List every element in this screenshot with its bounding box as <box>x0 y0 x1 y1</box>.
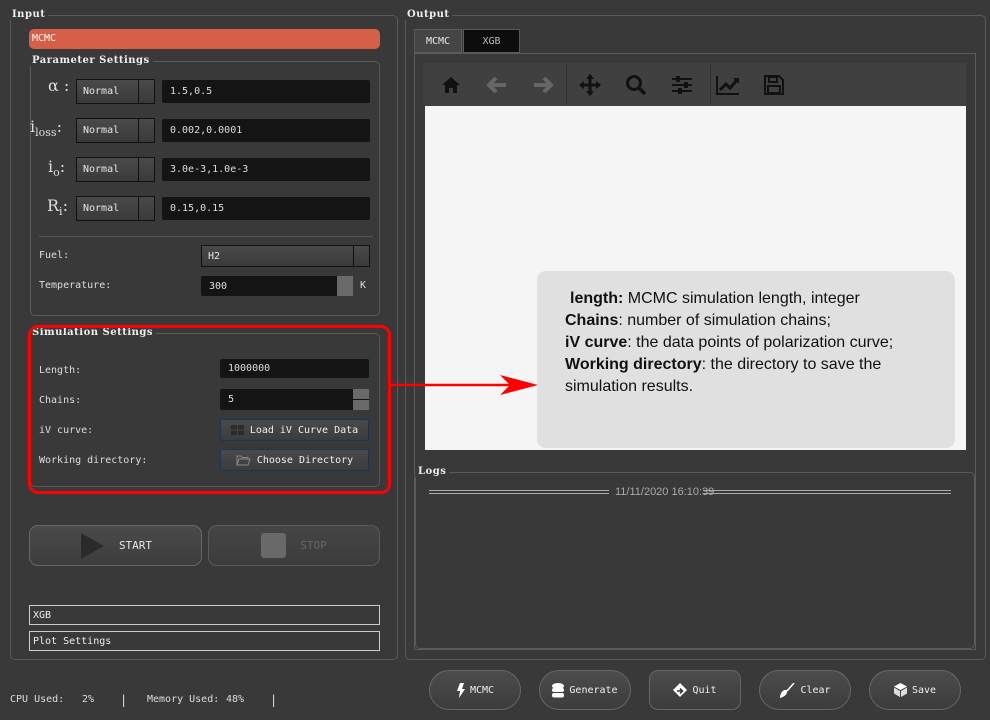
annotation-arrow <box>388 375 538 395</box>
save-button[interactable]: Save <box>869 670 961 710</box>
output-title: Output <box>404 9 453 20</box>
stop-button[interactable]: STOP <box>208 525 380 566</box>
fuel-select[interactable]: H2 <box>201 245 370 267</box>
length-input[interactable]: 1000000 <box>220 359 369 378</box>
logs-group <box>415 472 975 649</box>
choose-directory-button[interactable]: Choose Directory <box>220 449 369 471</box>
ri-label: Ri: <box>47 196 68 219</box>
toolbar-divider <box>566 65 567 104</box>
chains-input[interactable]: 5 <box>220 389 369 410</box>
home-icon[interactable] <box>438 72 464 98</box>
temperature-input[interactable]: 300 <box>201 276 353 296</box>
tooltip-line: Chains: number of simulation chains; <box>565 312 831 329</box>
xgb-section-header[interactable]: XGB <box>29 605 380 625</box>
database-icon <box>552 682 565 697</box>
configure-icon[interactable] <box>669 72 695 98</box>
tab-mcmc[interactable]: MCMC <box>414 29 462 53</box>
mcmc-button[interactable]: MCMC <box>429 670 521 710</box>
alpha-label: α : <box>48 76 70 95</box>
chains-spin-up[interactable] <box>353 389 369 399</box>
iloss-value-input[interactable]: 0.002,0.0001 <box>162 119 370 142</box>
logs-title: Logs <box>415 466 450 477</box>
divider <box>39 236 373 237</box>
io-distribution-select[interactable]: Normal <box>76 157 155 182</box>
iv-curve-label: iV curve: <box>39 425 94 436</box>
stop-icon <box>261 533 287 558</box>
length-label: Length: <box>39 365 82 376</box>
memory-used-value: 48% <box>226 694 245 705</box>
edit-curve-icon[interactable] <box>715 72 741 98</box>
zoom-icon[interactable] <box>623 72 649 98</box>
tooltip-line: length: MCMC simulation length, integer <box>570 290 860 307</box>
temperature-unit: K <box>360 280 367 291</box>
cpu-used-value: 2% <box>82 694 95 705</box>
io-label: io: <box>48 157 66 180</box>
iloss-label: iloss: <box>30 117 62 140</box>
log-divider <box>703 490 951 494</box>
save-icon[interactable] <box>761 72 787 98</box>
temperature-spinner[interactable] <box>337 276 353 296</box>
back-icon[interactable] <box>484 72 510 98</box>
table-icon <box>230 425 244 435</box>
tooltip-line: Working directory: the directory to save… <box>565 356 882 395</box>
folder-icon <box>236 455 251 465</box>
memory-used-label: Memory Used: <box>147 694 220 705</box>
input-title: Input <box>9 9 49 20</box>
tab-xgb[interactable]: XGB <box>463 29 520 53</box>
play-icon <box>80 532 104 559</box>
parameter-settings-title: Parameter Settings <box>29 55 153 66</box>
cpu-used-label: CPU Used: <box>10 694 65 705</box>
pan-icon[interactable] <box>577 72 603 98</box>
io-value-input[interactable]: 3.0e-3,1.0e-3 <box>162 158 370 181</box>
box-icon <box>893 683 907 697</box>
forward-icon[interactable] <box>530 72 556 98</box>
alpha-distribution-select[interactable]: Normal <box>76 79 155 104</box>
quit-icon <box>673 683 688 697</box>
load-iv-curve-button[interactable]: Load iV Curve Data <box>220 419 369 441</box>
generate-button[interactable]: Generate <box>539 670 631 710</box>
alpha-value-input[interactable]: 1.5,0.5 <box>162 80 370 103</box>
log-divider <box>429 490 609 494</box>
ri-value-input[interactable]: 0.15,0.15 <box>162 197 370 220</box>
lightning-icon <box>456 682 465 698</box>
chains-label: Chains: <box>39 395 82 406</box>
plot-settings-section-header[interactable]: Plot Settings <box>29 631 380 651</box>
log-timestamp: 11/11/2020 16:10:39 <box>615 486 715 498</box>
clear-button[interactable]: Clear <box>759 670 851 710</box>
working-directory-label: Working directory: <box>39 455 148 466</box>
status-separator: | <box>270 693 278 707</box>
brush-icon <box>780 682 796 698</box>
ri-distribution-select[interactable]: Normal <box>76 196 155 221</box>
tooltip-line: iV curve: the data points of polarizatio… <box>565 334 894 351</box>
fuel-label: Fuel: <box>39 250 70 261</box>
help-tooltip: length: MCMC simulation length, integer … <box>537 271 955 448</box>
iloss-distribution-select[interactable]: Normal <box>76 118 155 143</box>
mcmc-section-header[interactable]: MCMC <box>29 29 380 49</box>
temperature-label: Temperature: <box>39 280 112 291</box>
start-button[interactable]: START <box>29 525 202 566</box>
status-separator: | <box>120 693 128 707</box>
chains-spin-down[interactable] <box>353 400 369 410</box>
toolbar-divider <box>710 65 711 104</box>
quit-button[interactable]: Quit <box>649 670 741 710</box>
